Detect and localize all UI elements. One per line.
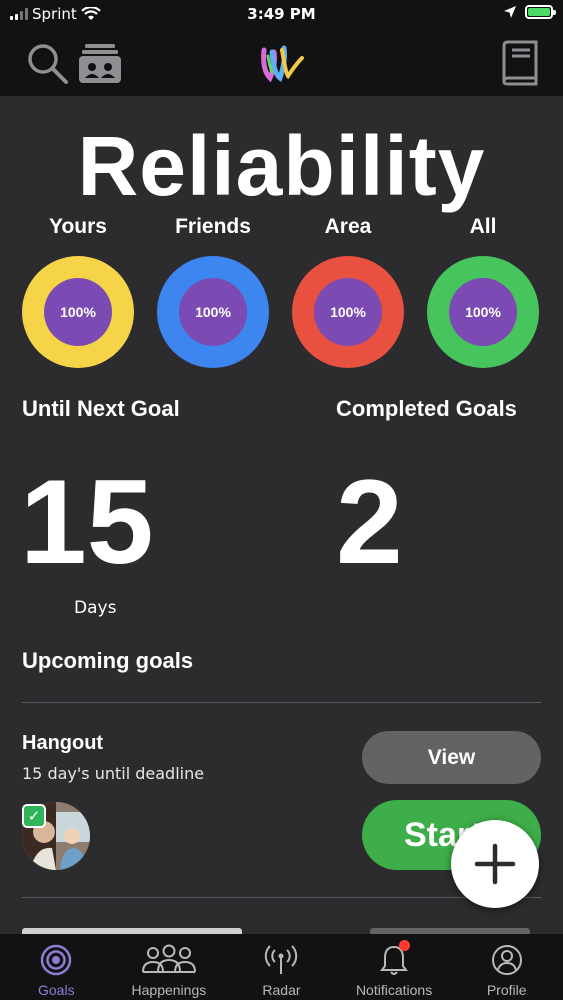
goal-deadline: 15 day's until deadline <box>22 764 205 783</box>
profile-icon <box>491 945 522 975</box>
upcoming-goals-heading: Upcoming goals <box>22 648 194 673</box>
location-arrow-icon <box>504 6 516 18</box>
reliability-ring-area[interactable]: 100% <box>292 256 404 368</box>
clock: 3:49 PM <box>247 5 316 23</box>
tab-happenings[interactable]: Happenings <box>113 934 226 1000</box>
book-icon[interactable] <box>496 40 542 86</box>
tab-goals[interactable]: Goals <box>0 934 113 1000</box>
ring-value: 100% <box>449 278 517 346</box>
tab-label: Profile <box>486 982 527 998</box>
target-icon <box>41 944 72 976</box>
tab-notifications[interactable]: Notifications <box>338 934 451 1000</box>
divider <box>22 702 541 703</box>
ring-value: 100% <box>314 278 382 346</box>
tab-bar: Goals Happenings Radar Notifications Pro… <box>0 934 563 1000</box>
plus-icon <box>474 843 516 885</box>
ring-label-all: All <box>469 215 497 238</box>
view-goal-button[interactable]: View <box>362 731 541 784</box>
completed-goals-value: 2 <box>336 455 403 589</box>
add-goal-button[interactable] <box>451 820 539 908</box>
app-logo[interactable] <box>258 40 304 86</box>
completed-check-icon: ✓ <box>22 804 46 828</box>
ring-label-yours: Yours <box>49 215 107 238</box>
reliability-ring-yours[interactable]: 100% <box>22 256 134 368</box>
until-next-goal-label: Until Next Goal <box>22 396 180 421</box>
tab-label: Happenings <box>131 982 207 998</box>
ring-label-friends: Friends <box>175 215 251 238</box>
ring-label-area: Area <box>324 215 372 238</box>
tab-radar[interactable]: Radar <box>225 934 338 1000</box>
until-next-goal-value: 15 <box>20 455 154 589</box>
tab-profile[interactable]: Profile <box>450 934 563 1000</box>
reliability-ring-friends[interactable]: 100% <box>157 256 269 368</box>
ring-value: 100% <box>179 278 247 346</box>
search-icon[interactable] <box>24 40 70 86</box>
reliability-ring-all[interactable]: 100% <box>427 256 539 368</box>
page-title: Reliability <box>77 119 486 213</box>
goal-title: Hangout <box>22 732 104 754</box>
radar-icon <box>265 945 298 974</box>
days-unit-label: Days <box>74 598 117 618</box>
tab-label: Goals <box>38 982 75 998</box>
tab-label: Notifications <box>355 982 433 998</box>
app-header <box>0 32 563 96</box>
notification-badge <box>398 940 410 951</box>
people-icon <box>141 944 196 973</box>
status-bar: Sprint 3:49 PM <box>0 0 563 32</box>
completed-goals-label: Completed Goals <box>336 396 517 421</box>
tab-label: Radar <box>262 982 301 998</box>
id-cards-icon[interactable] <box>77 40 123 86</box>
battery-icon <box>525 5 556 19</box>
divider <box>22 897 541 898</box>
ring-value: 100% <box>44 278 112 346</box>
